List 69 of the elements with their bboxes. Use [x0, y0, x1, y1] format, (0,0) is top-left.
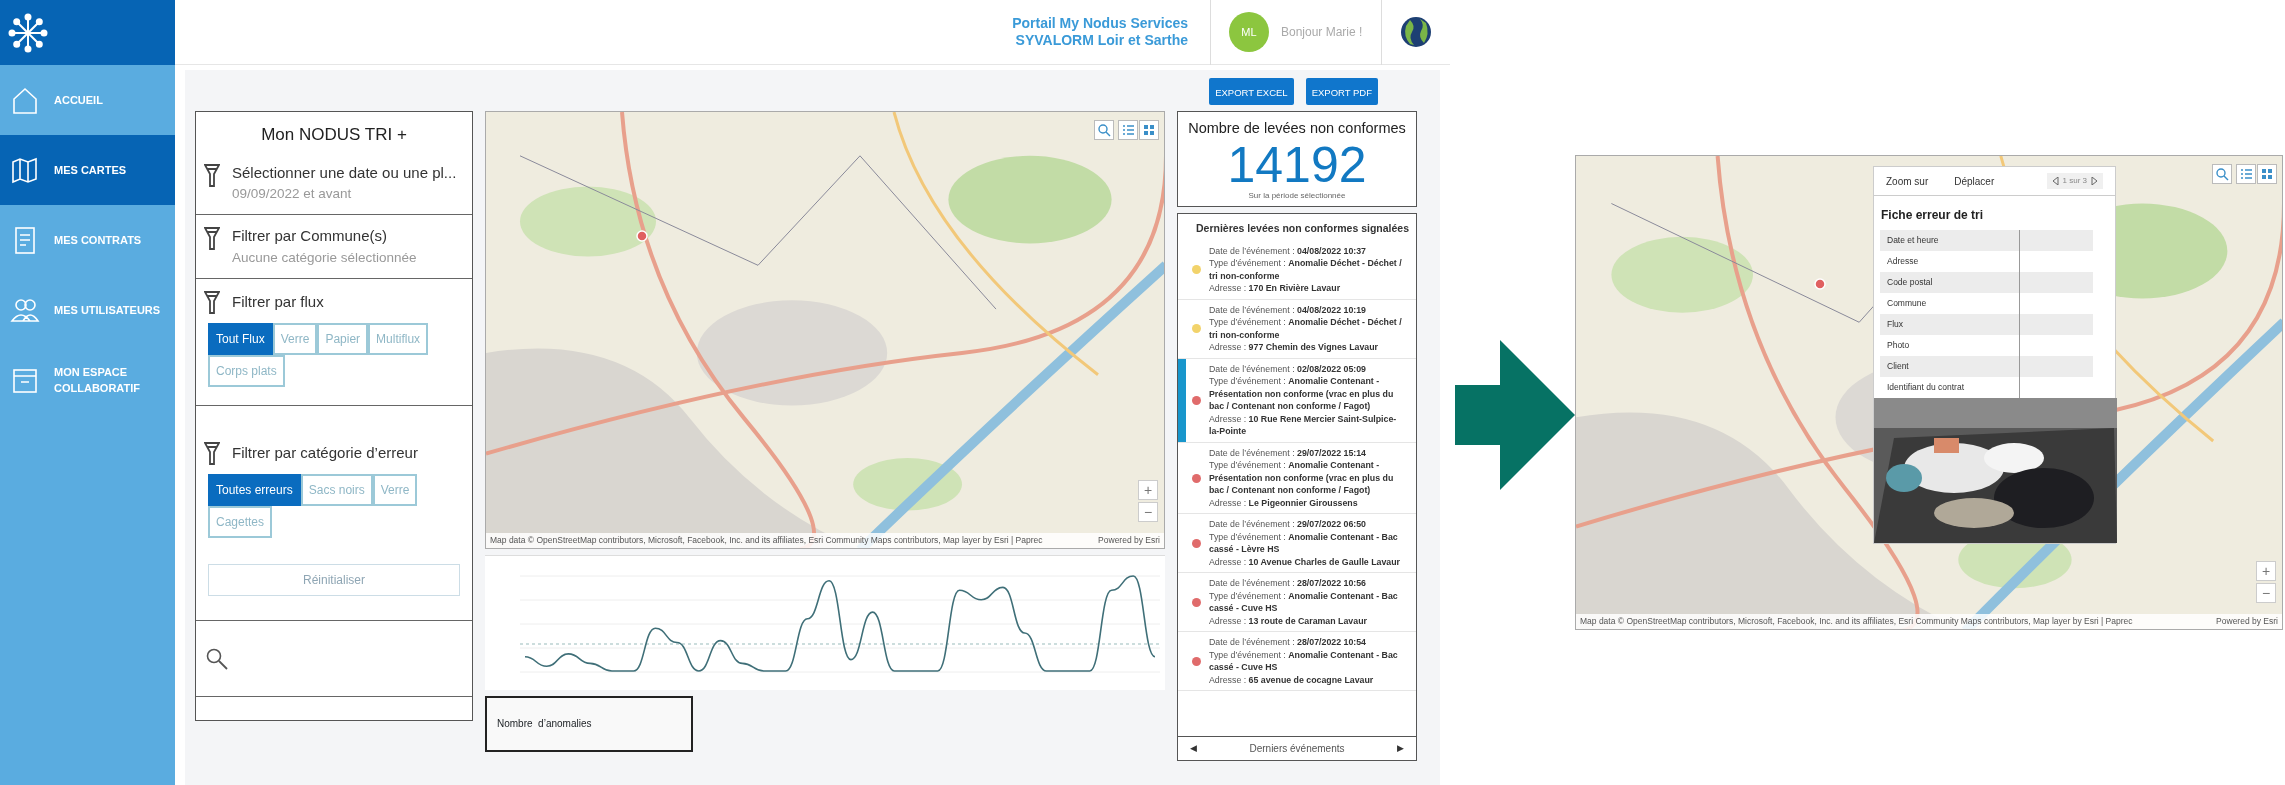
list-button[interactable] — [1118, 120, 1138, 140]
event-detail: Adresse : 170 En Rivière Lavaur — [1209, 282, 1342, 295]
map-attribution: Map data © OpenStreetMap contributors, Microsoft, Facebook, Inc. and its affiliates, Esri Community Maps contributors, Map layer by Esri | Paprec — [490, 534, 1043, 547]
nav-item[interactable]: MES CONTRATS — [0, 205, 175, 275]
counter-caption: Sur la période sélectionnée — [1247, 189, 1347, 202]
counter-value: 14192 — [1226, 139, 1368, 190]
event-detail: Adresse : 10 Rue Rene Mercier Saint-Sulpice-la-Pointe — [1209, 412, 1398, 438]
list-title: Dernières levées non conformes signalées — [1195, 221, 1410, 236]
avatar: ML — [1229, 12, 1269, 52]
powered-by: Powered by Esri — [1098, 534, 1160, 547]
event-detail: Type d’événement : Anomalie Déchet - Déchet / tri non-conforme — [1209, 257, 1403, 283]
event-detail: Date de l’événement : 29/07/2022 15:14 — [1209, 446, 1367, 460]
filter-chip[interactable]: Tout Flux — [208, 323, 273, 355]
event-detail: Adresse : 13 route de Caraman Lavaur — [1209, 614, 1368, 628]
event-detail: Type d’événement : Anomalie Contenant - Bac cassé - Cuve HS — [1209, 648, 1399, 674]
filter-icon — [204, 225, 220, 252]
filter-value: Aucune catégorie sélectionnée — [232, 248, 417, 267]
nav-item[interactable]: MON ESPACE COLLABORATIF — [0, 345, 175, 415]
filter-title: Filtrer par flux — [232, 291, 324, 312]
grid-button[interactable] — [1139, 120, 1159, 140]
map-icon — [10, 155, 40, 185]
portal-title: SYVALORM Loir et Sarthe — [1014, 32, 1188, 49]
nav-item[interactable]: MES UTILISATEURS — [0, 275, 175, 345]
export-button[interactable]: EXPORT EXCEL — [1209, 78, 1294, 105]
filter-icon — [204, 161, 220, 188]
event-detail: Date de l’événement : 28/07/2022 10:54 — [1209, 636, 1367, 649]
event-detail: Date de l’événement : 29/07/2022 06:50 — [1209, 518, 1367, 531]
event-detail: Date de l’événement : 02/08/2022 05:09 — [1209, 362, 1367, 376]
nav-item[interactable]: MES CARTES — [0, 135, 175, 205]
event-detail: Adresse : 65 avenue de cocagne Lavaur — [1209, 673, 1375, 687]
globe-icon[interactable] — [1400, 16, 1432, 48]
event-detail: Type d’événement : Anomalie Contenant - Bac cassé - Lèvre HS — [1209, 530, 1399, 556]
filter-chip[interactable]: Toutes erreurs — [208, 474, 301, 506]
home-icon — [10, 85, 40, 115]
list-icon — [1121, 123, 1135, 137]
counter-title: Nombre de levées non conformes — [1187, 119, 1407, 138]
next-button[interactable]: ▶ — [1397, 741, 1404, 756]
nav-item[interactable]: ACCUEIL — [0, 65, 175, 135]
event-item[interactable] — [1178, 358, 1416, 443]
grid-icon — [1142, 123, 1156, 137]
zoom-in-button[interactable]: + — [1138, 480, 1158, 500]
event-detail: Date de l’événement : 04/08/2022 10:37 — [1209, 244, 1367, 258]
list-footer: Derniers événements — [1249, 741, 1345, 756]
event-detail: Type d’événement : Anomalie Contenant - Bac cassé - Cuve HS — [1209, 589, 1399, 615]
event-detail: Adresse : 977 Chemin des Vignes Lavaur — [1209, 341, 1379, 354]
filter-icon — [204, 440, 220, 466]
event-detail: Date de l’événement : 04/08/2022 10:19 — [1209, 303, 1367, 317]
search-icon[interactable] — [206, 647, 228, 670]
filter-value: 09/09/2022 et avant — [232, 185, 353, 203]
map-marker[interactable] — [636, 230, 648, 242]
filter-title: Filtrer par catégorie d’erreur — [232, 442, 418, 463]
event-detail: Adresse : Le Pigeonnier Giroussens — [1209, 496, 1359, 510]
greeting: Bonjour Marie ! — [1281, 24, 1363, 41]
chart-label: Nombre d’anomalies — [485, 696, 693, 752]
event-detail: Type d’événement : Anomalie Contenant - Présentation non conforme (vrac en plus du bac / Contenant non conforme / Fagot) — [1209, 459, 1395, 497]
zoom-out-button[interactable]: − — [1138, 502, 1158, 522]
filter-title: Filtrer par Commune(s) — [232, 226, 389, 247]
export-button[interactable]: EXPORT PDF — [1305, 78, 1378, 105]
event-detail: Date de l’événement : 28/07/2022 10:56 — [1209, 577, 1367, 590]
filter-icon — [204, 289, 220, 315]
filter-title: Sélectionner une date ou une pl... — [232, 162, 457, 183]
event-detail: Type d’événement : Anomalie Contenant - Présentation non conforme (vrac en plus du bac / Contenant non conforme / Fagot) — [1209, 375, 1395, 413]
event-detail: Type d’événement : Anomalie Déchet - Déchet / tri non-conforme — [1209, 316, 1403, 342]
search-icon — [1097, 123, 1111, 137]
panel-title: Mon NODUS TRI + — [260, 124, 408, 146]
previous-button[interactable]: ◀ — [1190, 741, 1197, 756]
search-button[interactable] — [1094, 120, 1114, 140]
portal-title: Portail My Nodus Services — [1012, 15, 1188, 32]
event-detail: Adresse : 10 Avenue Charles de Gaulle Lavaur — [1209, 555, 1401, 569]
